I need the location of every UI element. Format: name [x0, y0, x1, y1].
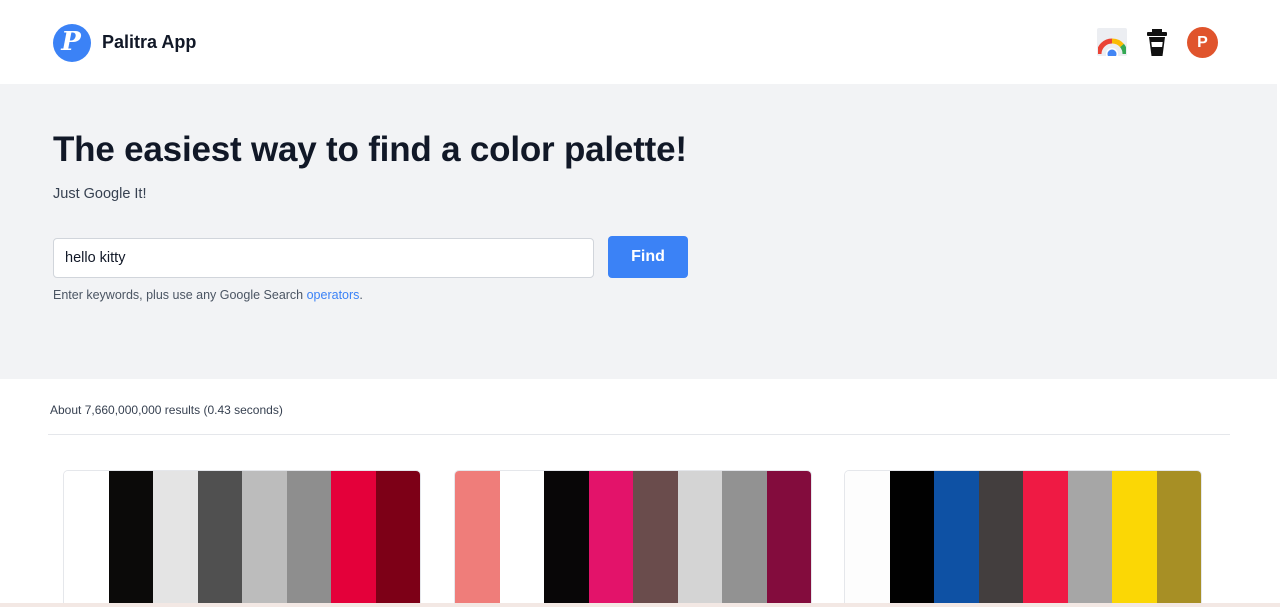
color-swatch[interactable] [153, 471, 198, 607]
color-swatch[interactable] [677, 471, 722, 607]
page-title: The easiest way to find a color palette! [53, 130, 687, 169]
color-swatch[interactable] [766, 471, 811, 607]
coffee-cup-icon[interactable] [1146, 29, 1168, 57]
color-swatch[interactable] [544, 471, 589, 607]
search-hint: Enter keywords, plus use any Google Sear… [53, 288, 363, 302]
color-swatch[interactable] [1023, 471, 1068, 607]
color-swatch[interactable] [588, 471, 633, 607]
palitra-logo-icon[interactable]: P [53, 24, 91, 62]
palette-card[interactable] [844, 470, 1202, 607]
color-swatch[interactable] [722, 471, 767, 607]
color-swatch[interactable] [1067, 471, 1112, 607]
color-swatch[interactable] [64, 471, 109, 607]
divider [48, 434, 1230, 435]
color-swatch[interactable] [978, 471, 1023, 607]
color-swatch[interactable] [1112, 471, 1157, 607]
color-swatch[interactable] [197, 471, 242, 607]
color-swatch[interactable] [633, 471, 678, 607]
color-swatch[interactable] [242, 471, 287, 607]
palette-card[interactable] [454, 470, 812, 607]
color-swatch[interactable] [499, 471, 544, 607]
avatar[interactable]: P [1187, 27, 1218, 58]
app-name[interactable]: Palitra App [102, 32, 196, 53]
find-button[interactable]: Find [608, 236, 688, 278]
search-input[interactable] [53, 238, 594, 278]
color-swatch[interactable] [331, 471, 376, 607]
color-swatch[interactable] [375, 471, 420, 607]
palette-card[interactable] [63, 470, 421, 607]
hint-text: Enter keywords, plus use any Google Sear… [53, 288, 307, 302]
bottom-edge [0, 603, 1280, 607]
app-header: P Palitra App P [0, 0, 1277, 84]
color-swatch[interactable] [1156, 471, 1201, 607]
operators-link[interactable]: operators [307, 288, 360, 302]
logo-letter: P [61, 27, 81, 57]
hero-section: The easiest way to find a color palette!… [0, 84, 1277, 379]
color-swatch[interactable] [108, 471, 153, 607]
color-swatch[interactable] [455, 471, 500, 607]
results-summary: About 7,660,000,000 results (0.43 second… [50, 403, 283, 417]
chrome-extension-icon[interactable] [1097, 28, 1127, 56]
page-subtitle: Just Google It! [53, 186, 147, 202]
color-swatch[interactable] [934, 471, 979, 607]
color-swatch[interactable] [845, 471, 890, 607]
avatar-letter: P [1197, 33, 1208, 51]
hint-suffix: . [359, 288, 363, 302]
color-swatch[interactable] [889, 471, 934, 607]
color-swatch[interactable] [286, 471, 331, 607]
